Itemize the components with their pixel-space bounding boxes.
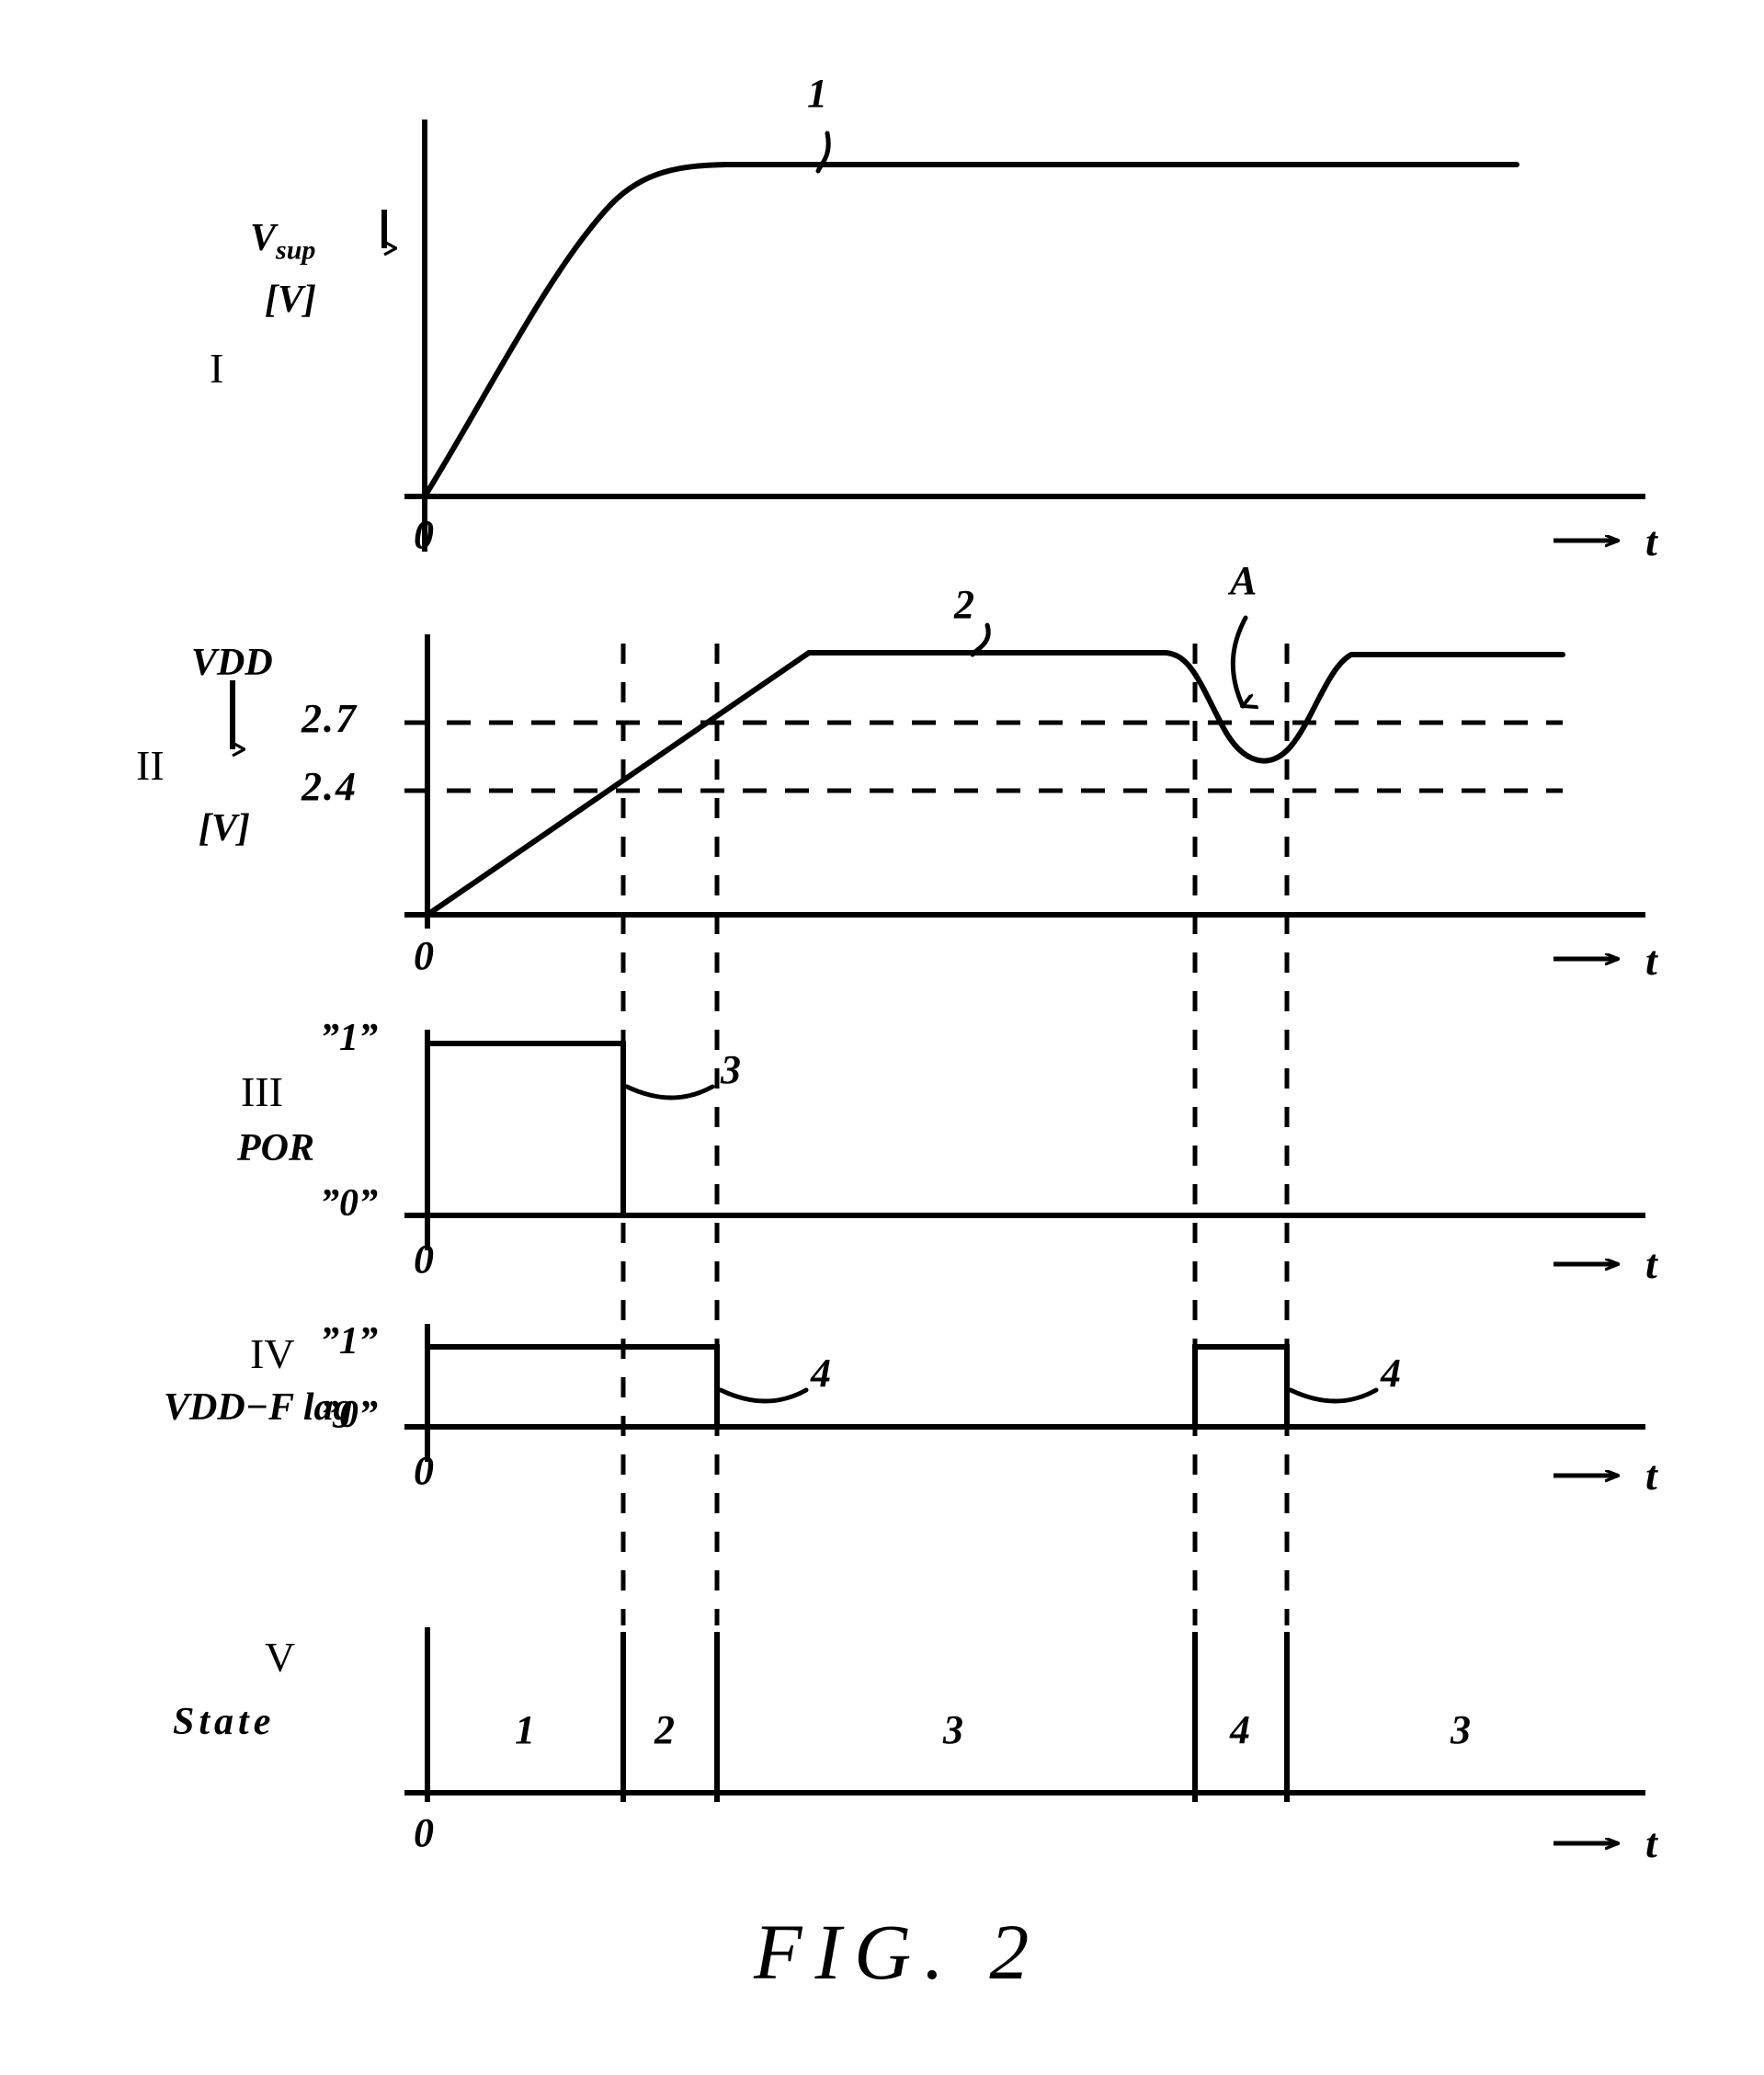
- vsup-trace: [422, 162, 1519, 499]
- panel-II-unit-label: [V]: [199, 807, 250, 849]
- state-segment-3: 3: [943, 1707, 963, 1752]
- por-low-label: ”0”: [320, 1182, 378, 1225]
- vddflag-high-label: ”1”: [320, 1320, 378, 1362]
- panel-I-roman-numeral: I: [210, 345, 224, 392]
- panel-III-graph: [404, 1030, 1645, 1264]
- panel-II-roman-numeral: II: [136, 742, 165, 789]
- state-segment-2: 2: [654, 1707, 675, 1752]
- panel-I-unit-label: [V]: [265, 279, 316, 321]
- reference-numeral-2: 2: [954, 582, 974, 627]
- panel-V-origin: 0: [414, 1810, 434, 1855]
- panel-III-origin: 0: [414, 1237, 434, 1282]
- por-high-label: ”1”: [320, 1017, 378, 1059]
- vddflag-trace-first: [427, 1344, 720, 1427]
- panel-II-graph: [230, 615, 1645, 959]
- panel-V-roman-numeral: V: [265, 1634, 296, 1681]
- threshold-label-2-7: 2.7: [302, 696, 358, 741]
- state-segment-4: 4: [1230, 1707, 1250, 1752]
- panel-II-origin: 0: [414, 933, 434, 978]
- panel-III-roman-numeral: III: [241, 1068, 283, 1115]
- patent-figure: Vsup [V] I 0 1 t VDD [V] II 2.7 2.4 2 A …: [0, 0, 1764, 2075]
- annotation-A-arrow: [1230, 615, 1246, 706]
- panel-II-signal-label: VDD: [191, 642, 273, 684]
- panel-III-signal-label: POR: [237, 1127, 314, 1169]
- panel-IV-graph: [404, 1324, 1645, 1476]
- panel-III-time-label: t: [1645, 1240, 1657, 1287]
- vddflag-trace-second: [1192, 1344, 1290, 1427]
- figure-caption: FIG. 2: [754, 1908, 1042, 1996]
- reference-numeral-1: 1: [807, 71, 827, 116]
- panel-I-origin: 0: [414, 512, 434, 557]
- panel-IV-time-label: t: [1645, 1452, 1657, 1499]
- panel-IV-origin: 0: [414, 1448, 434, 1493]
- vdd-trace: [425, 650, 1565, 918]
- panel-I-graph: [381, 120, 1645, 552]
- ref-4a-leader: [718, 1387, 809, 1404]
- ref-4b-leader: [1288, 1387, 1379, 1404]
- panel-I-signal-label: Vsup: [250, 217, 316, 266]
- reference-numeral-4a: 4: [811, 1351, 831, 1396]
- reference-numeral-3: 3: [721, 1047, 741, 1092]
- reference-numeral-4b: 4: [1381, 1351, 1401, 1396]
- state-segment-1: 1: [515, 1707, 535, 1752]
- threshold-label-2-4: 2.4: [302, 764, 358, 809]
- panel-V-signal-label: State: [173, 1701, 276, 1743]
- panel-I-time-label: t: [1645, 518, 1657, 564]
- panel-IV-signal-label: VDD−F lag: [164, 1386, 353, 1429]
- ref-3-leader: [624, 1084, 715, 1100]
- por-trace: [427, 1041, 626, 1215]
- annotation-label-A: A: [1230, 558, 1258, 603]
- panel-V-time-label: t: [1645, 1819, 1657, 1866]
- panel-II-time-label: t: [1645, 937, 1657, 984]
- panel-IV-roman-numeral: IV: [250, 1330, 295, 1377]
- state-segment-5: 3: [1451, 1707, 1471, 1752]
